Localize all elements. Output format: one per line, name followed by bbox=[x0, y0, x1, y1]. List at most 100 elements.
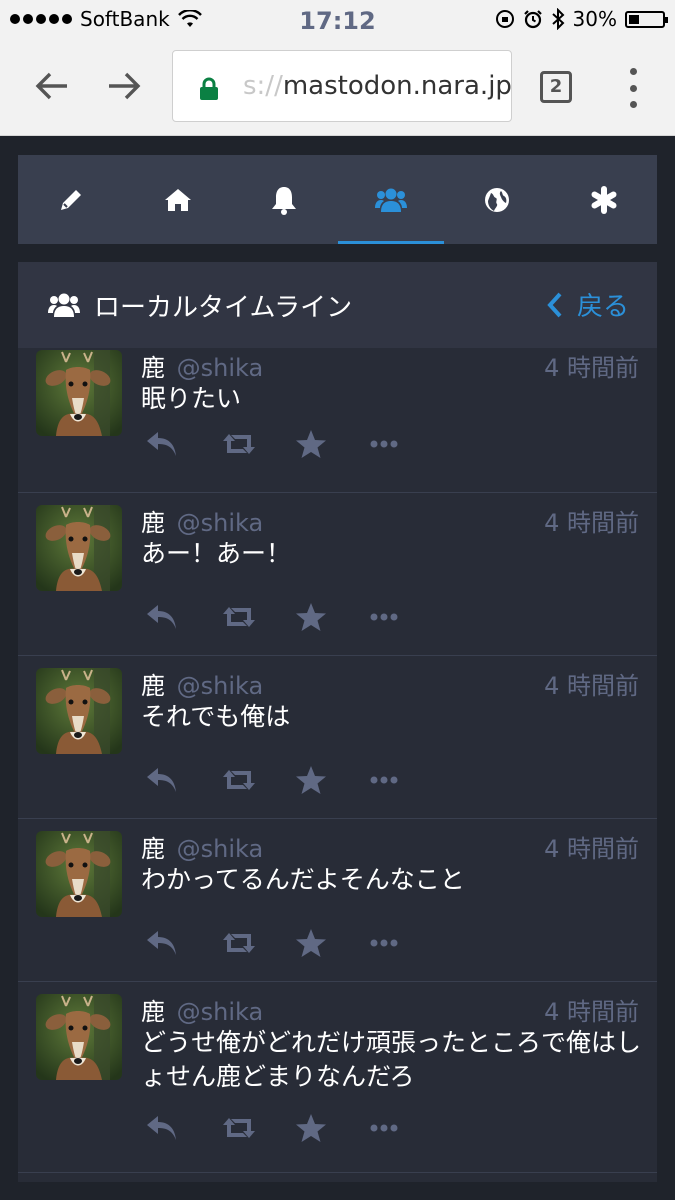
boost-icon bbox=[223, 933, 255, 953]
url-host: mastodon.nara.jp bbox=[282, 71, 512, 101]
star-icon bbox=[296, 1114, 326, 1142]
favourite-button[interactable] bbox=[295, 426, 370, 462]
avatar[interactable] bbox=[36, 668, 122, 754]
reply-button[interactable] bbox=[145, 426, 220, 462]
reply-button[interactable] bbox=[145, 762, 220, 798]
display-name: 鹿 bbox=[141, 354, 165, 382]
status-list: 鹿 @shika 4 時間前 眠りたい 鹿 @shika 4 時間前 あー！あー… bbox=[18, 338, 657, 1173]
status-content: あー！あー！ bbox=[141, 539, 292, 568]
status-item[interactable]: 鹿 @shika 4 時間前 あー！あー！ bbox=[18, 493, 657, 656]
pencil-icon bbox=[61, 189, 82, 210]
ellipsis-icon bbox=[370, 1124, 398, 1132]
back-link[interactable]: 戻る bbox=[547, 286, 629, 323]
bell-icon bbox=[272, 186, 297, 215]
status-item[interactable]: 鹿 @shika 4 時間前 それでも俺は bbox=[18, 656, 657, 819]
more-button[interactable] bbox=[370, 426, 445, 462]
avatar[interactable] bbox=[36, 994, 122, 1080]
reply-icon bbox=[147, 432, 176, 456]
status-timestamp[interactable]: 4 時間前 bbox=[544, 503, 639, 538]
more-button[interactable] bbox=[370, 599, 445, 635]
boost-button[interactable] bbox=[220, 599, 295, 635]
bluetooth-icon bbox=[551, 8, 564, 30]
status-author[interactable]: 鹿 @shika bbox=[141, 666, 263, 701]
favourite-button[interactable] bbox=[295, 599, 370, 635]
favourite-button[interactable] bbox=[295, 762, 370, 798]
status-item[interactable]: 鹿 @shika 4 時間前 わかってるんだよそんなこと bbox=[18, 819, 657, 982]
reply-button[interactable] bbox=[145, 925, 220, 961]
ellipsis-icon bbox=[370, 939, 398, 947]
battery-percent: 30% bbox=[572, 7, 617, 31]
status-author[interactable]: 鹿 @shika bbox=[141, 992, 263, 1027]
status-content: わかってるんだよそんなこと bbox=[141, 865, 465, 894]
status-item[interactable]: 鹿 @shika 4 時間前 どうせ俺がどれだけ頑張ったところで俺はしょせん鹿ど… bbox=[18, 982, 657, 1173]
more-button[interactable] bbox=[370, 925, 445, 961]
lock-icon bbox=[200, 77, 218, 100]
tab-compose[interactable] bbox=[18, 155, 125, 244]
back-button[interactable] bbox=[32, 66, 72, 106]
favourite-button[interactable] bbox=[295, 925, 370, 961]
boost-icon bbox=[223, 434, 255, 454]
status-author[interactable]: 鹿 @shika bbox=[141, 503, 263, 538]
ellipsis-icon bbox=[370, 776, 398, 784]
status-timestamp[interactable]: 4 時間前 bbox=[544, 666, 639, 701]
display-name: 鹿 bbox=[141, 835, 165, 863]
favourite-button[interactable] bbox=[295, 1110, 370, 1146]
status-author[interactable]: 鹿 @shika bbox=[141, 829, 263, 864]
reply-button[interactable] bbox=[145, 1110, 220, 1146]
home-icon bbox=[164, 188, 191, 211]
boost-button[interactable] bbox=[220, 1110, 295, 1146]
boost-button[interactable] bbox=[220, 426, 295, 462]
boost-button[interactable] bbox=[220, 925, 295, 961]
tab-switcher-button[interactable]: 2 bbox=[540, 71, 572, 103]
status-content: それでも俺は bbox=[141, 702, 291, 731]
ellipsis-icon bbox=[370, 440, 398, 448]
arrow-right-icon bbox=[109, 72, 141, 100]
avatar[interactable] bbox=[36, 831, 122, 917]
star-icon bbox=[296, 603, 326, 631]
status-timestamp[interactable]: 4 時間前 bbox=[544, 829, 639, 864]
users-icon bbox=[374, 188, 407, 212]
status-actions bbox=[145, 1110, 445, 1146]
more-button[interactable] bbox=[370, 762, 445, 798]
reply-icon bbox=[147, 768, 176, 792]
boost-icon bbox=[223, 770, 255, 790]
status-timestamp[interactable]: 4 時間前 bbox=[544, 348, 639, 383]
account-handle: @shika bbox=[176, 354, 264, 382]
status-item[interactable]: 鹿 @shika 4 時間前 眠りたい bbox=[18, 338, 657, 493]
avatar[interactable] bbox=[36, 505, 122, 591]
column-header: ローカルタイムライン 戻る bbox=[18, 262, 657, 348]
star-icon bbox=[296, 929, 326, 957]
tab-getting-started[interactable] bbox=[551, 155, 658, 244]
tab-notifications[interactable] bbox=[231, 155, 338, 244]
forward-button[interactable] bbox=[104, 66, 144, 106]
url-scheme: s:// bbox=[243, 71, 283, 101]
display-name: 鹿 bbox=[141, 998, 165, 1026]
boost-button[interactable] bbox=[220, 762, 295, 798]
boost-icon bbox=[223, 1118, 255, 1138]
ios-status-bar: SoftBank 17:12 30% bbox=[0, 0, 675, 38]
browser-menu-button[interactable] bbox=[618, 68, 648, 108]
reply-icon bbox=[147, 1116, 176, 1140]
status-actions bbox=[145, 426, 445, 462]
column-title: ローカルタイムライン bbox=[94, 292, 353, 323]
status-content: 眠りたい bbox=[141, 384, 242, 413]
status-author[interactable]: 鹿 @shika bbox=[141, 348, 263, 383]
mastodon-nav bbox=[18, 155, 657, 244]
tab-home[interactable] bbox=[125, 155, 232, 244]
ellipsis-icon bbox=[370, 613, 398, 621]
status-actions bbox=[145, 599, 445, 635]
status-actions bbox=[145, 762, 445, 798]
reply-button[interactable] bbox=[145, 599, 220, 635]
avatar[interactable] bbox=[36, 350, 122, 436]
tab-federated-timeline[interactable] bbox=[444, 155, 551, 244]
more-button[interactable] bbox=[370, 1110, 445, 1146]
asterisk-icon bbox=[591, 185, 617, 214]
local-timeline-column: ローカルタイムライン 戻る 鹿 @shika 4 時間前 眠りたい 鹿 @shi… bbox=[18, 262, 657, 1182]
account-handle: @shika bbox=[176, 509, 264, 537]
tab-local-timeline[interactable] bbox=[337, 155, 445, 244]
url-bar[interactable]: s://mastodon.nara.jp bbox=[172, 50, 512, 122]
back-label: 戻る bbox=[576, 292, 629, 322]
orientation-lock-icon bbox=[495, 10, 514, 28]
account-handle: @shika bbox=[176, 998, 264, 1026]
status-timestamp[interactable]: 4 時間前 bbox=[544, 992, 639, 1027]
